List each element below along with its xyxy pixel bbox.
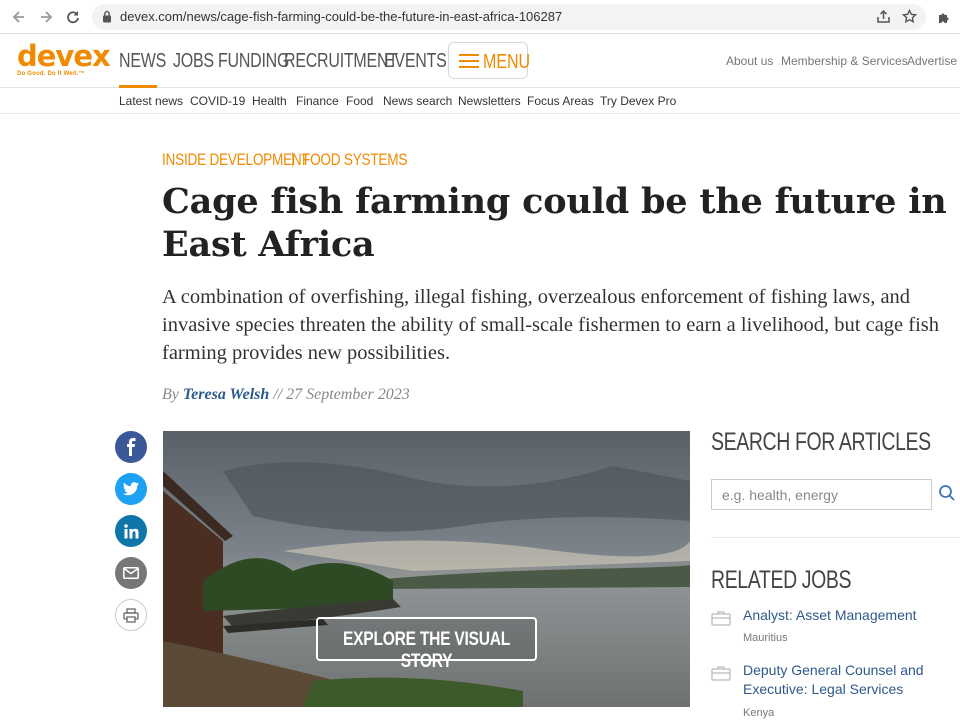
hero-image[interactable]: EXPLORE THE VISUAL STORY: [163, 431, 690, 707]
subnav-food[interactable]: Food: [346, 94, 373, 108]
nav-recruitment[interactable]: RECRUITMENT: [284, 50, 398, 73]
reload-icon[interactable]: [62, 6, 84, 28]
extensions-puzzle-icon[interactable]: [932, 6, 954, 28]
subnav-focus-areas[interactable]: Focus Areas: [527, 94, 594, 108]
about-us-link[interactable]: About us: [726, 54, 773, 68]
article-title: Cage fish farming could be the future in…: [162, 181, 947, 265]
subnav-news-search[interactable]: News search: [383, 94, 452, 108]
advertise-link[interactable]: Advertise: [907, 54, 957, 68]
subnav-try-pro[interactable]: Try Devex Pro: [600, 94, 676, 108]
email-icon[interactable]: [115, 557, 147, 589]
facebook-icon[interactable]: [115, 431, 147, 463]
subnav-finance[interactable]: Finance: [296, 94, 339, 108]
related-jobs-heading: RELATED JOBS: [711, 566, 852, 594]
devex-logo[interactable]: devex Do Good. Do It Well.™: [17, 39, 111, 78]
site-header: devex Do Good. Do It Well.™ NEWS JOBS FU…: [0, 34, 960, 88]
explore-visual-story-button[interactable]: EXPLORE THE VISUAL STORY: [316, 617, 537, 672]
subnav-health[interactable]: Health: [252, 94, 287, 108]
share-icon[interactable]: [876, 9, 891, 29]
sub-nav: Latest news COVID-19 Health Finance Food…: [0, 88, 960, 114]
kicker-divider: [292, 152, 293, 167]
briefcase-icon: [711, 665, 731, 681]
browser-toolbar: devex.com/news/cage-fish-farming-could-b…: [0, 0, 960, 34]
print-icon[interactable]: [115, 599, 147, 631]
search-icon[interactable]: [938, 484, 958, 504]
job-location: Kenya: [743, 707, 775, 719]
nav-jobs[interactable]: JOBS: [173, 50, 214, 73]
subnav-covid[interactable]: COVID-19: [190, 94, 245, 108]
nav-funding[interactable]: FUNDING: [218, 50, 289, 73]
menu-label: MENU: [483, 51, 531, 73]
kicker-inside-development[interactable]: INSIDE DEVELOPMENT: [162, 150, 310, 170]
search-input[interactable]: [711, 479, 932, 510]
logo-wordmark: devex: [17, 39, 111, 73]
address-bar[interactable]: devex.com/news/cage-fish-farming-could-b…: [92, 4, 926, 30]
search-articles-heading: SEARCH FOR ARTICLES: [711, 428, 931, 456]
twitter-icon[interactable]: [115, 473, 147, 505]
sidebar-divider: [711, 537, 960, 538]
date-separator: //: [273, 386, 283, 403]
back-icon[interactable]: [8, 6, 30, 28]
explore-visual-story-label: EXPLORE THE VISUAL STORY: [343, 629, 510, 672]
membership-link[interactable]: Membership & Services: [781, 54, 908, 68]
byline: By Teresa Welsh // 27 September 2023: [162, 386, 410, 404]
lock-icon: [102, 10, 112, 28]
article-dek: A combination of overfishing, illegal fi…: [162, 286, 940, 364]
author-link[interactable]: Teresa Welsh: [183, 386, 269, 403]
briefcase-icon: [711, 610, 731, 626]
kicker-food-systems[interactable]: FOOD SYSTEMS: [302, 150, 407, 170]
bookmark-star-icon[interactable]: [901, 8, 918, 29]
subnav-newsletters[interactable]: Newsletters: [458, 94, 521, 108]
job-title-link[interactable]: Deputy General Counsel and Executive: Le…: [743, 661, 953, 699]
linkedin-icon[interactable]: [115, 515, 147, 547]
hamburger-icon: [459, 54, 479, 68]
publish-date: 27 September 2023: [286, 386, 410, 403]
url-text: devex.com/news/cage-fish-farming-could-b…: [120, 9, 563, 24]
nav-events[interactable]: EVENTS: [384, 50, 447, 73]
byline-prefix: By: [162, 386, 179, 403]
job-location: Mauritius: [743, 632, 788, 644]
forward-icon[interactable]: [35, 6, 57, 28]
nav-news[interactable]: NEWS: [119, 50, 166, 73]
subnav-latest-news[interactable]: Latest news: [119, 94, 183, 108]
job-title-link[interactable]: Analyst: Asset Management: [743, 606, 953, 625]
menu-button[interactable]: MENU: [448, 42, 531, 79]
